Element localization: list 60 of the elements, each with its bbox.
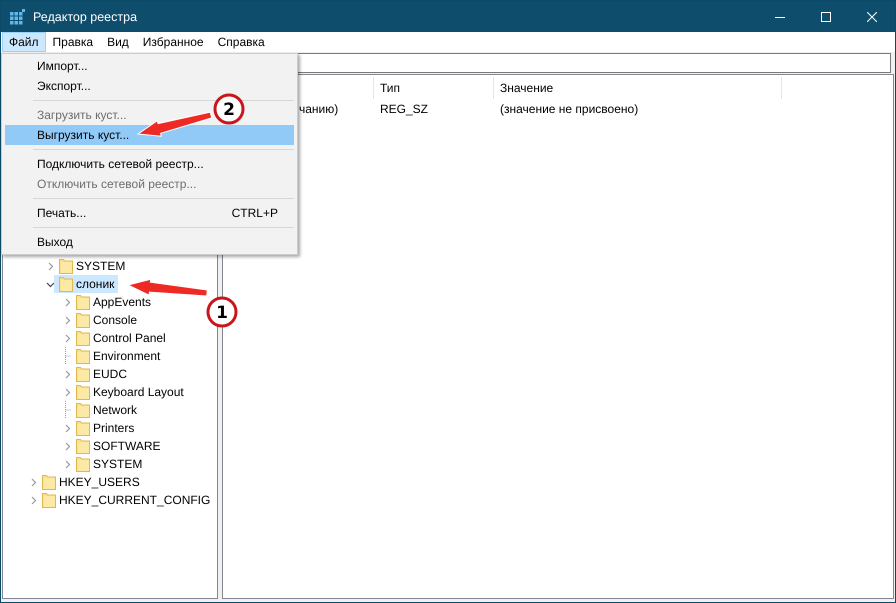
table-cell: (значение не присвоено)	[500, 102, 638, 116]
tree-item[interactable]: Keyboard Layout	[71, 383, 188, 401]
menu-option[interactable]: Подключить сетевой реестр...	[37, 157, 204, 171]
folder-icon	[59, 258, 73, 274]
menu-option[interactable]: Выход	[37, 235, 73, 249]
collapse-chevron-icon[interactable]	[46, 280, 55, 288]
table-cell: REG_SZ	[380, 102, 428, 116]
folder-icon	[76, 348, 90, 364]
folder-icon	[42, 492, 56, 508]
tree-item[interactable]: HKEY_USERS	[37, 473, 144, 491]
tree-item[interactable]: SYSTEM	[71, 455, 146, 473]
menu-item[interactable]: Правка	[46, 32, 100, 52]
menu-item[interactable]: Избранное	[136, 32, 211, 52]
menu-item[interactable]: Вид	[100, 32, 136, 52]
expand-chevron-icon[interactable]	[63, 334, 72, 342]
menu-option[interactable]: Печать...	[37, 206, 86, 220]
expand-chevron-icon[interactable]	[29, 478, 38, 486]
tree-item[interactable]: Environment	[71, 347, 164, 365]
shortcut-label: CTRL+P	[232, 206, 278, 220]
folder-icon	[42, 474, 56, 490]
expand-chevron-icon[interactable]	[63, 388, 72, 396]
close-icon[interactable]	[867, 12, 877, 22]
expand-chevron-icon[interactable]	[63, 424, 72, 432]
folder-icon	[76, 402, 90, 418]
tree-item[interactable]: Network	[71, 401, 142, 419]
folder-icon	[76, 456, 90, 472]
menu-item[interactable]: Справка	[210, 32, 272, 52]
tree-item[interactable]: AppEvents	[71, 293, 156, 311]
expand-chevron-icon[interactable]	[63, 298, 72, 306]
folder-icon	[76, 420, 90, 436]
folder-icon	[76, 330, 90, 346]
column-header[interactable]: Значение	[500, 81, 554, 95]
registry-app-icon	[9, 8, 25, 24]
folder-icon	[59, 276, 73, 292]
tree-item[interactable]: Control Panel	[71, 329, 170, 347]
tree-item[interactable]: SOFTWARE	[71, 437, 165, 455]
menu-option[interactable]: Выгрузить куст...	[5, 125, 294, 145]
window-title: Редактор реестра	[33, 10, 138, 24]
column-header[interactable]: Тип	[380, 81, 400, 95]
tree-item[interactable]: SYSTEM	[54, 257, 130, 275]
table-cell: чанию)	[299, 102, 338, 116]
menu-item[interactable]: Файл	[2, 32, 46, 52]
folder-icon	[76, 294, 90, 310]
expand-chevron-icon[interactable]	[63, 370, 72, 378]
maximize-icon[interactable]	[821, 12, 831, 22]
menu-option[interactable]: Экспорт...	[37, 79, 91, 93]
expand-chevron-icon[interactable]	[29, 496, 38, 504]
tree-item[interactable]: HKEY_CURRENT_CONFIG	[37, 491, 214, 509]
folder-icon	[76, 312, 90, 328]
tree-item[interactable]: EUDC	[71, 365, 132, 383]
expand-chevron-icon[interactable]	[63, 442, 72, 450]
folder-icon	[76, 366, 90, 382]
expand-chevron-icon[interactable]	[63, 460, 72, 468]
folder-icon	[76, 438, 90, 454]
tree-item[interactable]: Console	[71, 311, 142, 329]
tree-item[interactable]: Printers	[71, 419, 138, 437]
folder-icon	[76, 384, 90, 400]
expand-chevron-icon[interactable]	[46, 262, 55, 270]
expand-chevron-icon[interactable]	[63, 316, 72, 324]
menu-option[interactable]: Импорт...	[37, 59, 88, 73]
